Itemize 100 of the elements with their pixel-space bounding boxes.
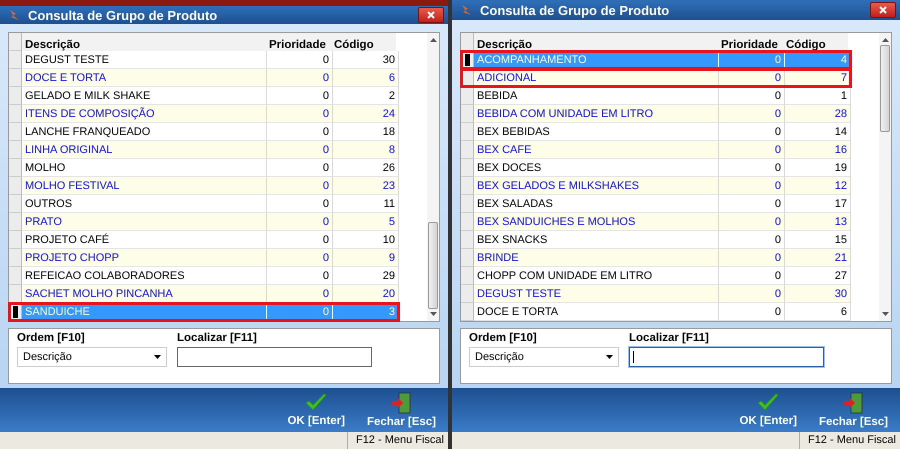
table-cell: GELADO E MILK SHAKE xyxy=(22,87,267,105)
table-row[interactable]: ITENS DE COMPOSIÇÃO 0 24 xyxy=(9,105,399,123)
search-field[interactable] xyxy=(629,347,824,367)
column-header[interactable]: Código xyxy=(783,33,848,51)
table-row[interactable]: PRATO 0 5 xyxy=(9,213,399,231)
table-row[interactable]: OUTROS 0 11 xyxy=(9,195,399,213)
table-row[interactable]: DEGUST TESTE 0 30 xyxy=(461,285,851,303)
ok-button[interactable]: OK [Enter] xyxy=(283,393,349,427)
table-cell: 13 xyxy=(785,213,851,231)
table-cell: 18 xyxy=(333,123,399,141)
table-cell: 0 xyxy=(719,195,785,213)
table-cell: 0 xyxy=(719,267,785,285)
search-label: Localizar [F11] xyxy=(629,332,710,344)
column-header[interactable]: Descrição xyxy=(474,33,718,51)
table-cell: BEX DOCES xyxy=(474,159,719,177)
row-marker-icon xyxy=(12,306,18,318)
column-header[interactable]: Descrição xyxy=(22,33,266,51)
table-row[interactable]: DOCE E TORTA 0 6 xyxy=(461,303,851,321)
table-cell: 10 xyxy=(333,231,399,249)
table-cell: BEBIDA COM UNIDADE EM LITRO xyxy=(474,105,719,123)
table-cell: 14 xyxy=(785,123,851,141)
search-field[interactable] xyxy=(177,347,372,367)
table-row[interactable]: MOLHO FESTIVAL 0 23 xyxy=(9,177,399,195)
table-row[interactable]: BEX DOCES 0 19 xyxy=(461,159,851,177)
table-cell: 30 xyxy=(333,51,399,69)
table-cell: OUTROS xyxy=(22,195,267,213)
lightning-icon xyxy=(8,9,20,21)
table-row[interactable]: PROJETO CHOPP 0 9 xyxy=(9,249,399,267)
table-row[interactable]: DEGUST TESTE 0 30 xyxy=(9,51,399,69)
table-cell: 27 xyxy=(785,267,851,285)
order-dropdown[interactable]: Descrição xyxy=(17,347,167,367)
table-cell: BEX BEBIDAS xyxy=(474,123,719,141)
close-button[interactable] xyxy=(870,2,896,18)
table-cell: BEX SANDUICHES E MOLHOS xyxy=(474,213,719,231)
table-cell: DOCE E TORTA xyxy=(22,69,267,87)
scrollbar[interactable] xyxy=(427,33,439,321)
table-cell: 8 xyxy=(333,141,399,159)
column-header[interactable]: Prioridade xyxy=(718,33,783,51)
scrollbar[interactable] xyxy=(879,33,891,321)
table-row[interactable]: DOCE E TORTA 0 6 xyxy=(9,69,399,87)
table-row[interactable]: MOLHO 0 26 xyxy=(9,159,399,177)
table-cell: 0 xyxy=(267,267,333,285)
table-cell: 1 xyxy=(785,87,851,105)
table-row[interactable]: BRINDE 0 21 xyxy=(461,249,851,267)
order-label: Ordem [F10] xyxy=(469,332,538,344)
table-cell: 26 xyxy=(333,159,399,177)
table-row[interactable]: BEBIDA 0 1 xyxy=(461,87,851,105)
table-cell: 12 xyxy=(785,177,851,195)
column-header[interactable]: Código xyxy=(331,33,396,51)
row-selector[interactable] xyxy=(9,303,22,321)
status-text: F12 - Menu Fiscal xyxy=(798,432,900,449)
table-cell: 0 xyxy=(267,159,333,177)
close-window-button[interactable]: Fechar [Esc] xyxy=(362,392,440,428)
row-marker-icon xyxy=(464,54,470,66)
scroll-up-icon xyxy=(882,38,888,42)
table-cell: BEX CAFE xyxy=(474,141,719,159)
scrollbar-thumb[interactable] xyxy=(880,45,890,132)
table-row[interactable]: CHOPP COM UNIDADE EM LITRO 0 27 xyxy=(461,267,851,285)
lightning-icon xyxy=(460,4,472,16)
row-selector-header xyxy=(461,33,474,51)
exit-door-icon xyxy=(391,392,412,414)
table-row[interactable]: BEBIDA COM UNIDADE EM LITRO 0 28 xyxy=(461,105,851,123)
table-cell: 0 xyxy=(267,213,333,231)
close-window-button[interactable]: Fechar [Esc] xyxy=(814,392,892,428)
table-cell: 0 xyxy=(719,87,785,105)
table-row[interactable]: BEX SNACKS 0 15 xyxy=(461,231,851,249)
table-row[interactable]: ADICIONAL 0 7 xyxy=(461,69,851,87)
table-row[interactable]: BEX SANDUICHES E MOLHOS 0 13 xyxy=(461,213,851,231)
table-cell: 2 xyxy=(333,87,399,105)
table-cell: 0 xyxy=(719,51,785,69)
column-header[interactable]: Prioridade xyxy=(266,33,331,51)
table-cell: 11 xyxy=(333,195,399,213)
row-selector[interactable] xyxy=(461,51,474,69)
table-row[interactable]: BEX GELADOS E MILKSHAKES 0 12 xyxy=(461,177,851,195)
table-row[interactable]: PROJETO CAFÉ 0 10 xyxy=(9,231,399,249)
table-row[interactable]: BEX CAFE 0 16 xyxy=(461,141,851,159)
table-cell: 29 xyxy=(333,267,399,285)
order-dropdown[interactable]: Descrição xyxy=(469,347,619,367)
table-cell: DEGUST TESTE xyxy=(474,285,719,303)
table-row[interactable]: LINHA ORIGINAL 0 8 xyxy=(9,141,399,159)
scroll-up-icon xyxy=(430,38,436,42)
table-row[interactable]: BEX SALADAS 0 17 xyxy=(461,195,851,213)
table-cell: 21 xyxy=(785,249,851,267)
ok-button[interactable]: OK [Enter] xyxy=(735,393,801,427)
table-cell: LANCHE FRANQUEADO xyxy=(22,123,267,141)
table-cell: ACOMPANHAMENTO xyxy=(474,51,719,69)
table-cell: 4 xyxy=(785,51,851,69)
scrollbar-thumb[interactable] xyxy=(428,222,438,309)
table-cell: 0 xyxy=(719,303,785,321)
table-cell: 0 xyxy=(267,141,333,159)
table-cell: SACHET MOLHO PINCANHA xyxy=(22,285,267,303)
table-row[interactable]: GELADO E MILK SHAKE 0 2 xyxy=(9,87,399,105)
table-row[interactable]: LANCHE FRANQUEADO 0 18 xyxy=(9,123,399,141)
table-cell: 0 xyxy=(719,159,785,177)
table-cell: 16 xyxy=(785,141,851,159)
table-row[interactable]: REFEICAO COLABORADORES 0 29 xyxy=(9,267,399,285)
table-row[interactable]: SACHET MOLHO PINCANHA 0 20 xyxy=(9,285,399,303)
table-row[interactable]: BEX BEBIDAS 0 14 xyxy=(461,123,851,141)
close-button[interactable] xyxy=(418,7,444,23)
table-cell: 0 xyxy=(719,123,785,141)
